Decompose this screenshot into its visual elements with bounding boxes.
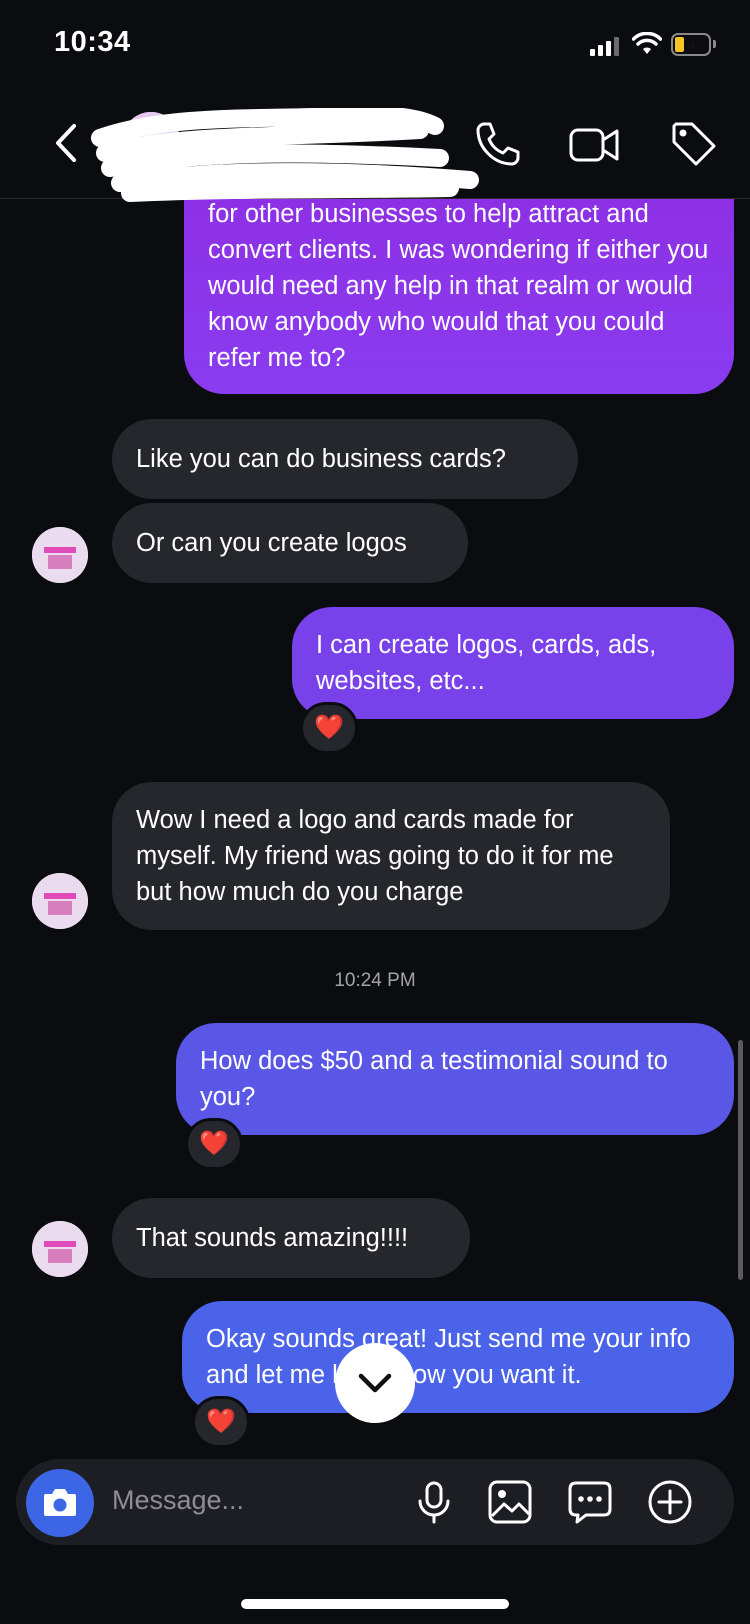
incoming-message[interactable]: Like you can do business cards? — [112, 419, 578, 499]
gallery-icon[interactable] — [486, 1478, 534, 1526]
heart-reaction[interactable]: ❤️ — [300, 702, 358, 754]
message-text: I can create logos, cards, ads, websites… — [316, 631, 657, 695]
chevron-down-icon — [358, 1373, 392, 1393]
heart-reaction[interactable]: ❤️ — [185, 1118, 243, 1170]
message-text: Wow I need a logo and cards made for mys… — [136, 806, 614, 906]
message-text: for other businesses to help attract and… — [208, 200, 709, 372]
message-text: Like you can do business cards? — [136, 445, 506, 473]
incoming-message[interactable]: Or can you create logos — [112, 503, 468, 583]
battery-level: 4 — [686, 35, 696, 54]
sender-avatar[interactable] — [32, 873, 88, 929]
outgoing-message[interactable]: How does $50 and a testimonial sound to … — [176, 1023, 734, 1135]
camera-button[interactable] — [26, 1469, 94, 1537]
signal-icon — [590, 37, 619, 56]
sender-avatar[interactable] — [32, 1221, 88, 1277]
redaction-scribble — [91, 108, 479, 202]
outgoing-message[interactable]: I can create logos, cards, ads, websites… — [292, 607, 734, 719]
sticker-icon[interactable] — [566, 1478, 614, 1526]
scrollbar[interactable] — [738, 1040, 743, 1280]
status-time: 10:34 — [54, 26, 131, 58]
battery-indicator: 4 — [671, 33, 711, 56]
heart-reaction[interactable]: ❤️ — [192, 1396, 250, 1448]
scroll-to-bottom-button[interactable] — [335, 1343, 415, 1423]
video-call-icon[interactable] — [568, 118, 620, 170]
wifi-icon — [632, 32, 662, 54]
message-text: Or can you create logos — [136, 529, 407, 557]
phone-icon[interactable] — [472, 118, 524, 170]
tag-icon[interactable] — [668, 118, 720, 170]
message-timestamp: 10:24 PM — [334, 970, 416, 991]
message-input[interactable]: Message... — [112, 1485, 244, 1516]
plus-icon[interactable] — [646, 1478, 694, 1526]
outgoing-message[interactable]: Okay sounds great! Just send me your inf… — [182, 1301, 734, 1413]
incoming-message[interactable]: Wow I need a logo and cards made for mys… — [112, 782, 670, 930]
message-text: That sounds amazing!!!! — [136, 1224, 409, 1252]
sender-avatar[interactable] — [32, 527, 88, 583]
back-arrow-icon[interactable] — [46, 120, 86, 166]
battery-tip — [713, 40, 716, 48]
incoming-message[interactable]: That sounds amazing!!!! — [112, 1198, 470, 1278]
message-text: How does $50 and a testimonial sound to … — [200, 1047, 668, 1111]
camera-icon — [44, 1489, 76, 1516]
microphone-icon[interactable] — [410, 1478, 458, 1526]
home-indicator[interactable] — [241, 1599, 509, 1609]
message-text: Okay sounds great! Just send me your inf… — [206, 1325, 691, 1389]
